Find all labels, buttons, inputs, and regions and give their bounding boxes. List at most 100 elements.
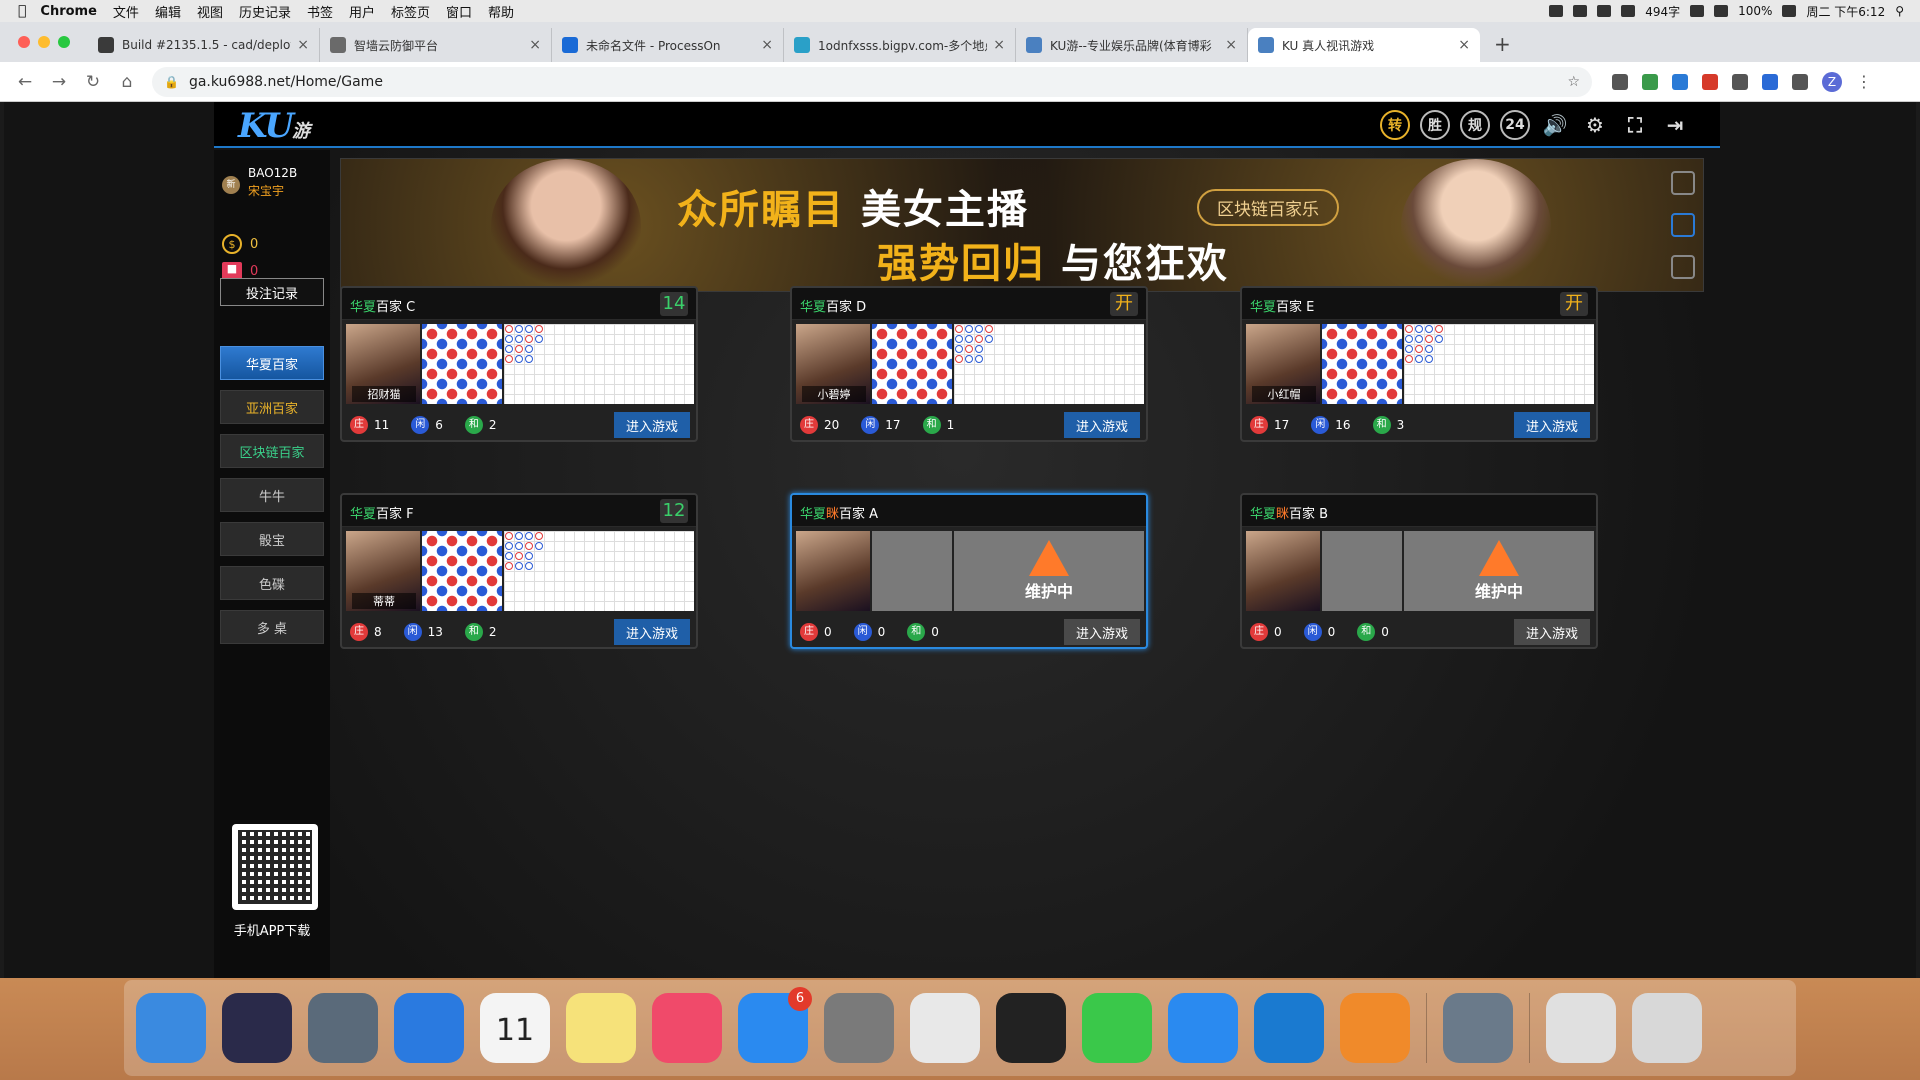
safari-icon[interactable] bbox=[394, 993, 464, 1063]
extension-icon[interactable] bbox=[1672, 73, 1688, 90]
menu-edit[interactable]: 编辑 bbox=[155, 2, 181, 21]
system-preferences-icon[interactable] bbox=[824, 993, 894, 1063]
more-menu-icon[interactable]: ⋮ bbox=[1856, 72, 1872, 91]
status-icon[interactable] bbox=[1621, 5, 1636, 17]
nav-multi-table[interactable]: 多 桌 bbox=[220, 610, 324, 644]
translate-icon[interactable] bbox=[1762, 73, 1778, 90]
menu-tab[interactable]: 标签页 bbox=[391, 2, 430, 21]
browser-tab[interactable]: 未命名文件 - ProcessOn × bbox=[552, 28, 784, 62]
enter-game-button[interactable]: 进入游戏 bbox=[1064, 619, 1140, 645]
calendar-icon[interactable]: 11 bbox=[480, 993, 550, 1063]
browser-tab[interactable]: KU游--专业娱乐品牌(体育博彩 × bbox=[1016, 28, 1248, 62]
ime-indicator[interactable]: 494字 bbox=[1645, 3, 1680, 20]
feishu-icon[interactable] bbox=[1168, 993, 1238, 1063]
clock[interactable]: 周二 下午6:12 bbox=[1806, 3, 1885, 20]
game-table-card[interactable]: 华夏百家 E 开 小红帽 庄 17 闲 16 和3 进入游戏 bbox=[1240, 286, 1598, 442]
enter-game-button[interactable]: 进入游戏 bbox=[614, 619, 690, 645]
site-logo[interactable]: KU游 bbox=[238, 106, 310, 146]
banner-chain-icon[interactable] bbox=[1671, 213, 1695, 237]
enter-game-button[interactable]: 进入游戏 bbox=[1514, 619, 1590, 645]
new-tab-button[interactable]: + bbox=[1494, 32, 1511, 56]
nav-blockchain-baccarat[interactable]: 区块链百家 bbox=[220, 434, 324, 468]
tab-close-icon[interactable]: × bbox=[993, 37, 1005, 53]
menu-view[interactable]: 视图 bbox=[197, 2, 223, 21]
game-table-card[interactable]: 华夏百家 D 开 小碧婷 庄 20 闲 17 和1 进入游戏 bbox=[790, 286, 1148, 442]
nav-huaxia-baccarat[interactable]: 华夏百家 bbox=[220, 346, 324, 380]
game-table-card[interactable]: 华夏眯百家 B 维护中 庄0 闲0 和0 进入游戏 bbox=[1240, 493, 1598, 649]
tab-close-icon[interactable]: × bbox=[297, 37, 309, 53]
extension-icon[interactable] bbox=[1612, 73, 1628, 90]
rules-icon[interactable]: 规 bbox=[1460, 110, 1490, 140]
launchpad-icon[interactable] bbox=[308, 993, 378, 1063]
puzzle-icon[interactable] bbox=[1792, 73, 1808, 90]
menu-file[interactable]: 文件 bbox=[113, 2, 139, 21]
tab-close-icon[interactable]: × bbox=[761, 37, 773, 53]
zoom-window-button[interactable] bbox=[58, 36, 70, 48]
back-icon[interactable]: ← bbox=[16, 72, 34, 92]
home-icon[interactable]: ⌂ bbox=[118, 72, 136, 92]
transfer-icon[interactable]: 转 bbox=[1380, 110, 1410, 140]
music-icon[interactable] bbox=[652, 993, 722, 1063]
status-icon[interactable] bbox=[1549, 5, 1564, 17]
game-table-card[interactable]: 华夏百家 C 14 招财猫 庄 11 闲6 和2 进入游戏 bbox=[340, 286, 698, 442]
fullscreen-icon[interactable]: ⛶ bbox=[1620, 110, 1650, 140]
browser-tab[interactable]: 1odnfxsss.bigpv.com-多个地点 × bbox=[784, 28, 1016, 62]
support-24h-icon[interactable]: 24 bbox=[1500, 110, 1530, 140]
status-icon[interactable] bbox=[1597, 5, 1612, 17]
menu-history[interactable]: 历史记录 bbox=[239, 2, 291, 21]
wifi-icon[interactable] bbox=[1690, 5, 1705, 17]
status-icon[interactable] bbox=[1573, 5, 1588, 17]
battery-icon[interactable] bbox=[1782, 5, 1797, 17]
extension-icon[interactable] bbox=[1732, 73, 1748, 90]
menu-user[interactable]: 用户 bbox=[349, 2, 375, 21]
bookmark-star-icon[interactable]: ☆ bbox=[1567, 74, 1580, 90]
menu-help[interactable]: 帮助 bbox=[488, 2, 514, 21]
finder-icon[interactable] bbox=[136, 993, 206, 1063]
rocket-icon[interactable] bbox=[1443, 993, 1513, 1063]
files-icon[interactable] bbox=[1546, 993, 1616, 1063]
browser-tab-active[interactable]: KU 真人视讯游戏 × bbox=[1248, 28, 1480, 62]
tab-close-icon[interactable]: × bbox=[1458, 37, 1470, 53]
nav-sedie[interactable]: 色碟 bbox=[220, 566, 324, 600]
tab-close-icon[interactable]: × bbox=[1225, 37, 1237, 53]
logout-icon[interactable]: ⇥ bbox=[1660, 110, 1690, 140]
wechat-icon[interactable] bbox=[1082, 993, 1152, 1063]
trash-icon[interactable] bbox=[1632, 993, 1702, 1063]
apple-icon[interactable]:  bbox=[18, 3, 26, 19]
lock-icon[interactable]: 🔒 bbox=[164, 75, 179, 89]
browser-tab[interactable]: 智墙云防御平台 × bbox=[320, 28, 552, 62]
volume-icon[interactable] bbox=[1714, 5, 1729, 17]
spotlight-icon[interactable]: ⚲ bbox=[1895, 4, 1904, 18]
menu-window[interactable]: 窗口 bbox=[446, 2, 472, 21]
chrome-icon[interactable] bbox=[910, 993, 980, 1063]
nav-sicbo[interactable]: 骰宝 bbox=[220, 522, 324, 556]
menu-app-name[interactable]: Chrome bbox=[40, 4, 97, 19]
origami-icon[interactable] bbox=[1340, 993, 1410, 1063]
profile-avatar[interactable]: Z bbox=[1822, 71, 1842, 92]
nav-asia-baccarat[interactable]: 亚洲百家 bbox=[220, 390, 324, 424]
vscode-icon[interactable] bbox=[1254, 993, 1324, 1063]
extension-icon[interactable] bbox=[1642, 73, 1658, 90]
settings-gear-icon[interactable]: ⚙ bbox=[1580, 110, 1610, 140]
promo-banner[interactable]: 众所瞩目 美女主播 强势回归 与您狂欢 区块链百家乐 bbox=[340, 158, 1704, 292]
address-bar[interactable]: 🔒 ga.ku6988.net/Home/Game ☆ bbox=[152, 66, 1592, 97]
battery-percent[interactable]: 100% bbox=[1738, 4, 1772, 18]
banner-expand-icon[interactable] bbox=[1671, 255, 1695, 279]
game-table-card[interactable]: 华夏百家 F 12 蒂蒂 庄8 闲 13 和2 进入游戏 bbox=[340, 493, 698, 649]
close-window-button[interactable] bbox=[18, 36, 30, 48]
winrate-icon[interactable]: 胜 bbox=[1420, 110, 1450, 140]
extension-icon[interactable] bbox=[1702, 73, 1718, 90]
url-text[interactable]: ga.ku6988.net/Home/Game bbox=[189, 74, 383, 90]
enter-game-button[interactable]: 进入游戏 bbox=[1514, 412, 1590, 438]
forward-icon[interactable]: → bbox=[50, 72, 68, 92]
terminal-icon[interactable] bbox=[996, 993, 1066, 1063]
notes-icon[interactable] bbox=[566, 993, 636, 1063]
enter-game-button[interactable]: 进入游戏 bbox=[614, 412, 690, 438]
siri-icon[interactable] bbox=[222, 993, 292, 1063]
enter-game-button[interactable]: 进入游戏 bbox=[1064, 412, 1140, 438]
browser-tab[interactable]: Build #2135.1.5 - cad/deploym × bbox=[88, 28, 320, 62]
bet-record-button[interactable]: 投注记录 bbox=[220, 278, 324, 306]
game-table-card[interactable]: 华夏眯百家 A 维护中 庄0 闲0 和0 进入游戏 bbox=[790, 493, 1148, 649]
reload-icon[interactable]: ↻ bbox=[84, 72, 102, 92]
banner-host-icon[interactable] bbox=[1671, 171, 1695, 195]
